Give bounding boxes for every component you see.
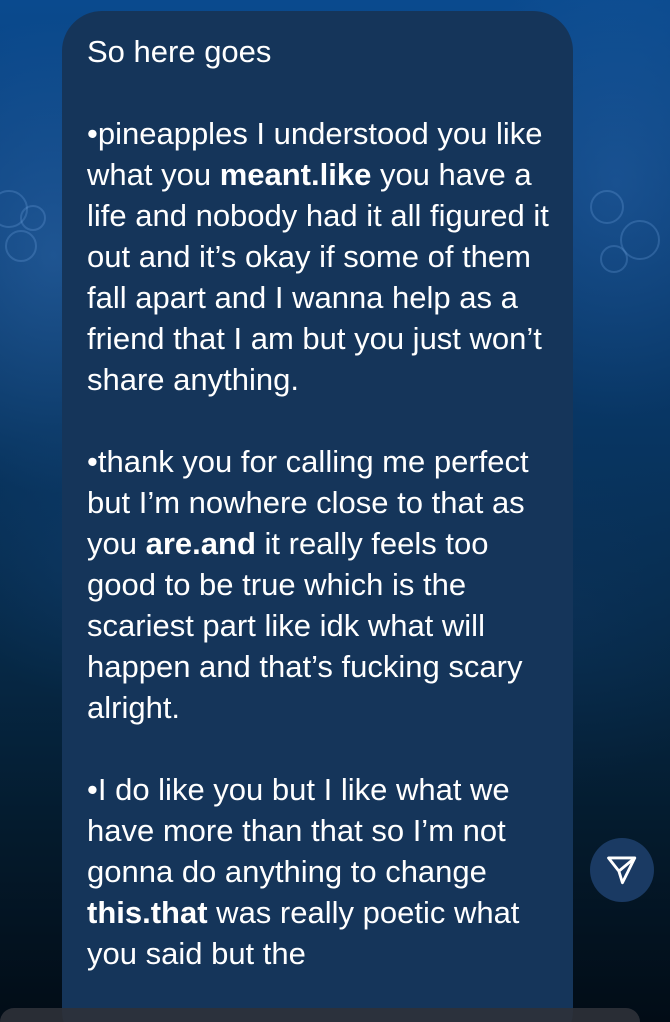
text-segment: you have a life and nobody had it all fi… bbox=[87, 157, 558, 397]
bold-text-segment: this.that bbox=[87, 895, 208, 930]
bold-text-segment: are.and bbox=[145, 526, 256, 561]
coral-decoration bbox=[620, 220, 660, 260]
message-paragraph: •pineapples I understood you like what y… bbox=[87, 113, 553, 400]
text-segment: •I do like you but I like what we have m… bbox=[87, 772, 519, 889]
message-paragraph: •thank you for calling me perfect but I’… bbox=[87, 441, 553, 728]
message-paragraph: •I do like you but I like what we have m… bbox=[87, 769, 553, 974]
text-segment: So here goes bbox=[87, 34, 272, 69]
send-icon bbox=[607, 856, 637, 885]
send-button[interactable] bbox=[590, 838, 654, 902]
message-text: So here goes •pineapples I understood you… bbox=[87, 31, 553, 974]
coral-decoration bbox=[590, 190, 624, 224]
bold-text-segment: meant.like bbox=[219, 157, 372, 192]
coral-decoration bbox=[0, 190, 28, 228]
message-bubble: So here goes •pineapples I understood you… bbox=[62, 11, 573, 1022]
coral-decoration bbox=[20, 205, 46, 231]
gesture-bar bbox=[0, 1008, 640, 1022]
message-paragraph: So here goes bbox=[87, 31, 553, 72]
coral-decoration bbox=[5, 230, 37, 262]
coral-decoration bbox=[600, 245, 628, 273]
